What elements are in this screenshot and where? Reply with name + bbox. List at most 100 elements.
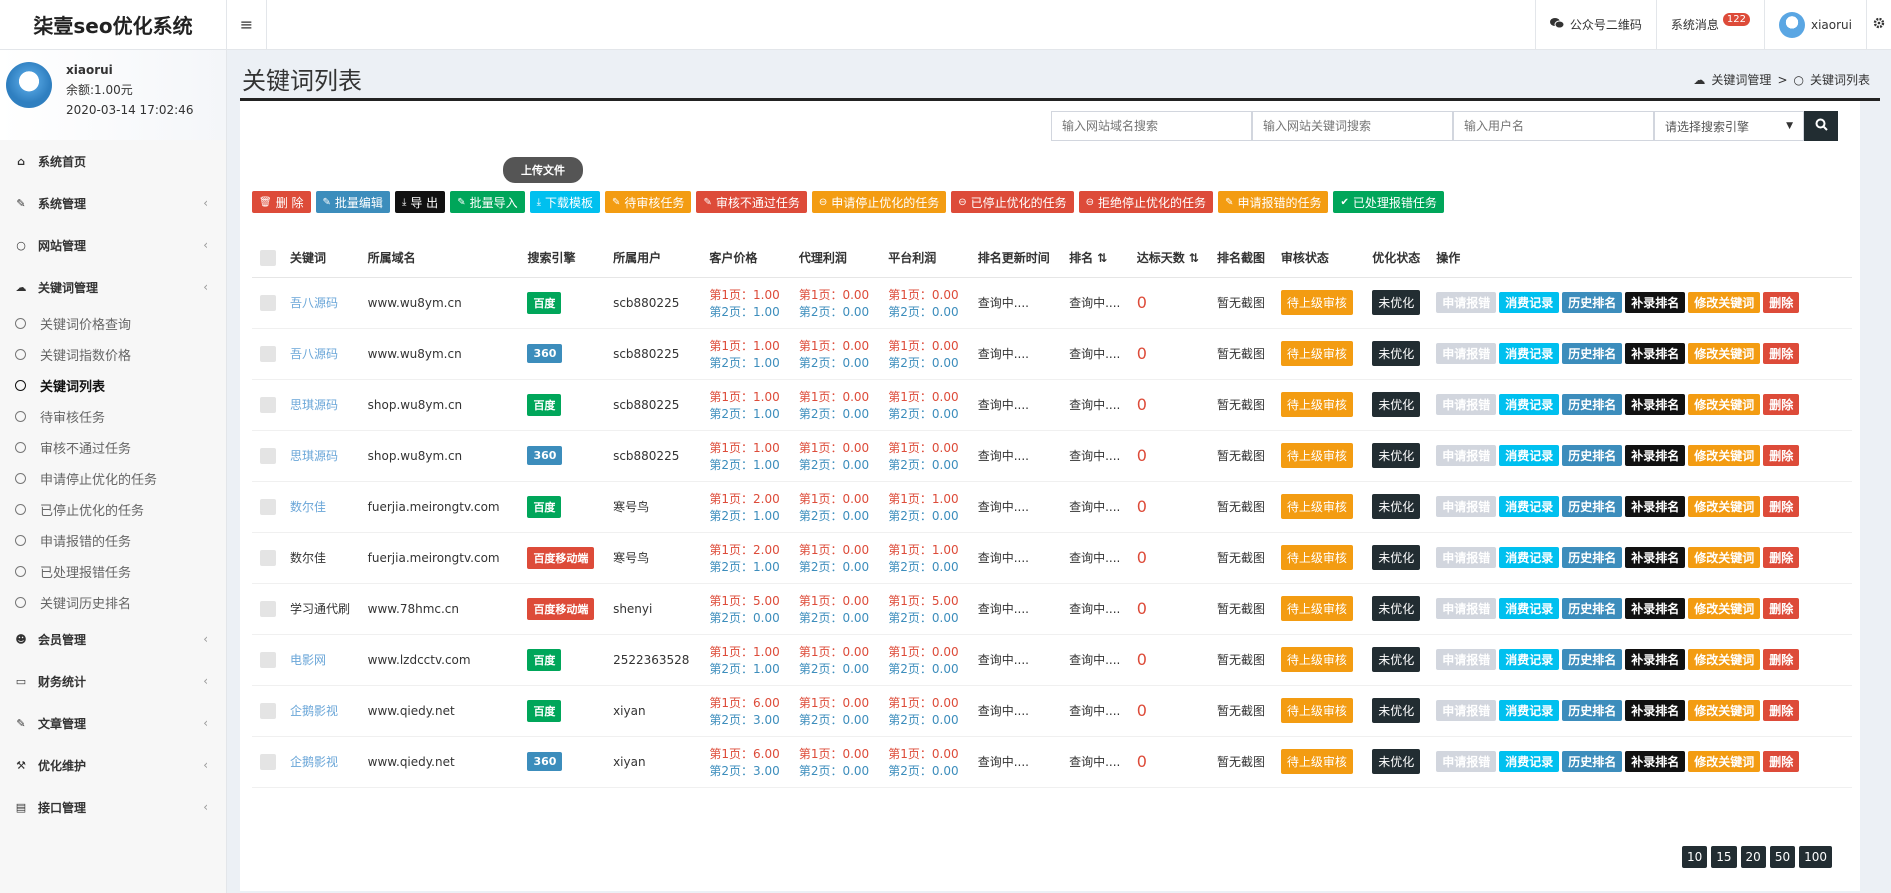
row-action-button[interactable]: 历史排名 [1562,292,1623,313]
user-menu[interactable]: xiaorui [1763,0,1866,50]
sidebar-item-maintenance[interactable]: ⚒ 优化维护 ‹ [0,744,226,786]
row-action-button[interactable]: 修改关键词 [1688,547,1761,568]
row-action-button[interactable]: 消费记录 [1499,343,1560,364]
row-action-button[interactable]: 删除 [1763,649,1800,670]
column-header[interactable]: 排名 ⇅ [1061,239,1129,278]
row-action-button[interactable]: 补录排名 [1625,700,1686,721]
row-action-button[interactable]: 申请报错 [1436,649,1497,670]
row-action-button[interactable]: 删除 [1763,343,1800,364]
row-action-button[interactable]: 补录排名 [1625,343,1686,364]
row-action-button[interactable]: 补录排名 [1625,598,1686,619]
menu-toggle-icon[interactable]: ≡ [227,0,267,50]
row-action-button[interactable]: 删除 [1763,292,1800,313]
page-size-option[interactable]: 50 [1769,846,1796,868]
submenu-item-stopped[interactable]: 已停止优化的任务 [0,494,226,525]
row-action-button[interactable]: 消费记录 [1499,547,1560,568]
row-action-button[interactable]: 补录排名 [1625,496,1686,517]
toolbar-button-7[interactable]: ⊖ 申请停止优化的任务 [811,191,947,213]
row-action-button[interactable]: 申请报错 [1436,445,1497,466]
row-checkbox[interactable] [260,753,276,770]
breadcrumb-keyword-manage[interactable]: 关键词管理 [1711,71,1771,88]
row-action-button[interactable]: 修改关键词 [1688,292,1761,313]
upload-file-button[interactable]: 上传文件 [503,157,583,183]
row-action-button[interactable]: 删除 [1763,445,1800,466]
toolbar-button-0[interactable]: 🗑 删 除 [252,191,311,213]
row-action-button[interactable]: 修改关键词 [1688,598,1761,619]
sidebar-item-keyword[interactable]: ☁ 关键词管理 ‹ [0,266,226,308]
row-checkbox[interactable] [260,396,276,413]
row-checkbox[interactable] [260,345,276,362]
row-action-button[interactable]: 申请报错 [1436,496,1497,517]
page-size-option[interactable]: 10 [1681,846,1708,868]
row-action-button[interactable]: 历史排名 [1562,751,1623,772]
keyword-link[interactable]: 吾八源码 [290,296,338,310]
toolbar-button-6[interactable]: ✎ 审核不通过任务 [696,191,807,213]
system-messages-button[interactable]: 系统消息 122 [1655,0,1764,50]
row-action-button[interactable]: 修改关键词 [1688,343,1761,364]
row-checkbox[interactable] [260,294,276,311]
wechat-qrcode-button[interactable]: 公众号二维码 [1534,0,1656,50]
row-action-button[interactable]: 修改关键词 [1688,445,1761,466]
row-action-button[interactable]: 申请报错 [1436,700,1497,721]
toolbar-button-9[interactable]: ⊖ 拒绝停止优化的任务 [1078,191,1214,213]
row-action-button[interactable]: 补录排名 [1625,751,1686,772]
sort-icon[interactable]: ⇅ [1093,251,1107,265]
row-action-button[interactable]: 删除 [1763,598,1800,619]
row-action-button[interactable]: 消费记录 [1499,598,1560,619]
row-action-button[interactable]: 历史排名 [1562,547,1623,568]
submenu-item-pending[interactable]: 待审核任务 [0,401,226,432]
keyword-link[interactable]: 企鹅影视 [290,755,338,769]
keyword-link[interactable]: 企鹅影视 [290,704,338,718]
row-action-button[interactable]: 历史排名 [1562,496,1623,517]
row-checkbox[interactable] [260,600,276,617]
sidebar-item-site[interactable]: ○ 网站管理 ‹ [0,224,226,266]
settings-button[interactable] [1866,0,1891,50]
keyword-link[interactable]: 数尔佳 [290,500,326,514]
row-action-button[interactable]: 补录排名 [1625,445,1686,466]
row-action-button[interactable]: 补录排名 [1625,649,1686,670]
submenu-item-error-request[interactable]: 申请报错的任务 [0,525,226,556]
select-all-checkbox[interactable] [260,249,276,266]
submenu-item-rejected[interactable]: 审核不通过任务 [0,432,226,463]
row-action-button[interactable]: 历史排名 [1562,700,1623,721]
engine-select[interactable]: 请选择搜索引擎 ▼ [1654,111,1804,141]
search-button[interactable] [1804,111,1838,141]
row-action-button[interactable]: 删除 [1763,700,1800,721]
submenu-item-price-query[interactable]: 关键词价格查询 [0,308,226,339]
row-checkbox[interactable] [260,549,276,566]
row-action-button[interactable]: 申请报错 [1436,547,1497,568]
keyword-link[interactable]: 电影网 [290,653,326,667]
row-action-button[interactable]: 消费记录 [1499,700,1560,721]
row-action-button[interactable]: 修改关键词 [1688,394,1761,415]
keyword-link[interactable]: 思琪源码 [290,449,338,463]
sidebar-item-member[interactable]: ☻ 会员管理 ‹ [0,618,226,660]
row-action-button[interactable]: 历史排名 [1562,445,1623,466]
column-header[interactable]: 达标天数 ⇅ [1128,239,1209,278]
sidebar-item-system[interactable]: ✎ 系统管理 ‹ [0,182,226,224]
toolbar-button-11[interactable]: ✔ 已处理报错任务 [1333,191,1444,213]
toolbar-button-10[interactable]: ✎ 申请报错的任务 [1218,191,1329,213]
sort-icon[interactable]: ⇅ [1185,251,1199,265]
row-action-button[interactable]: 修改关键词 [1688,649,1761,670]
row-action-button[interactable]: 申请报错 [1436,343,1497,364]
row-action-button[interactable]: 消费记录 [1499,292,1560,313]
row-checkbox[interactable] [260,498,276,515]
row-action-button[interactable]: 申请报错 [1436,751,1497,772]
keyword-link[interactable]: 思琪源码 [290,398,338,412]
username-search-input[interactable] [1453,111,1654,141]
row-action-button[interactable]: 删除 [1763,547,1800,568]
row-action-button[interactable]: 历史排名 [1562,394,1623,415]
toolbar-button-5[interactable]: ✎ 待审核任务 [605,191,692,213]
submenu-item-rank-history[interactable]: 关键词历史排名 [0,587,226,618]
row-action-button[interactable]: 删除 [1763,394,1800,415]
toolbar-button-3[interactable]: ✎ 批量导入 [450,191,525,213]
row-checkbox[interactable] [260,702,276,719]
row-action-button[interactable]: 历史排名 [1562,649,1623,670]
row-action-button[interactable]: 消费记录 [1499,394,1560,415]
row-action-button[interactable]: 消费记录 [1499,445,1560,466]
row-action-button[interactable]: 历史排名 [1562,343,1623,364]
submenu-item-keyword-list[interactable]: 关键词列表 [0,370,226,401]
row-action-button[interactable]: 删除 [1763,751,1800,772]
submenu-item-error-handled[interactable]: 已处理报错任务 [0,556,226,587]
toolbar-button-4[interactable]: ⤓ 下载模板 [529,191,601,213]
